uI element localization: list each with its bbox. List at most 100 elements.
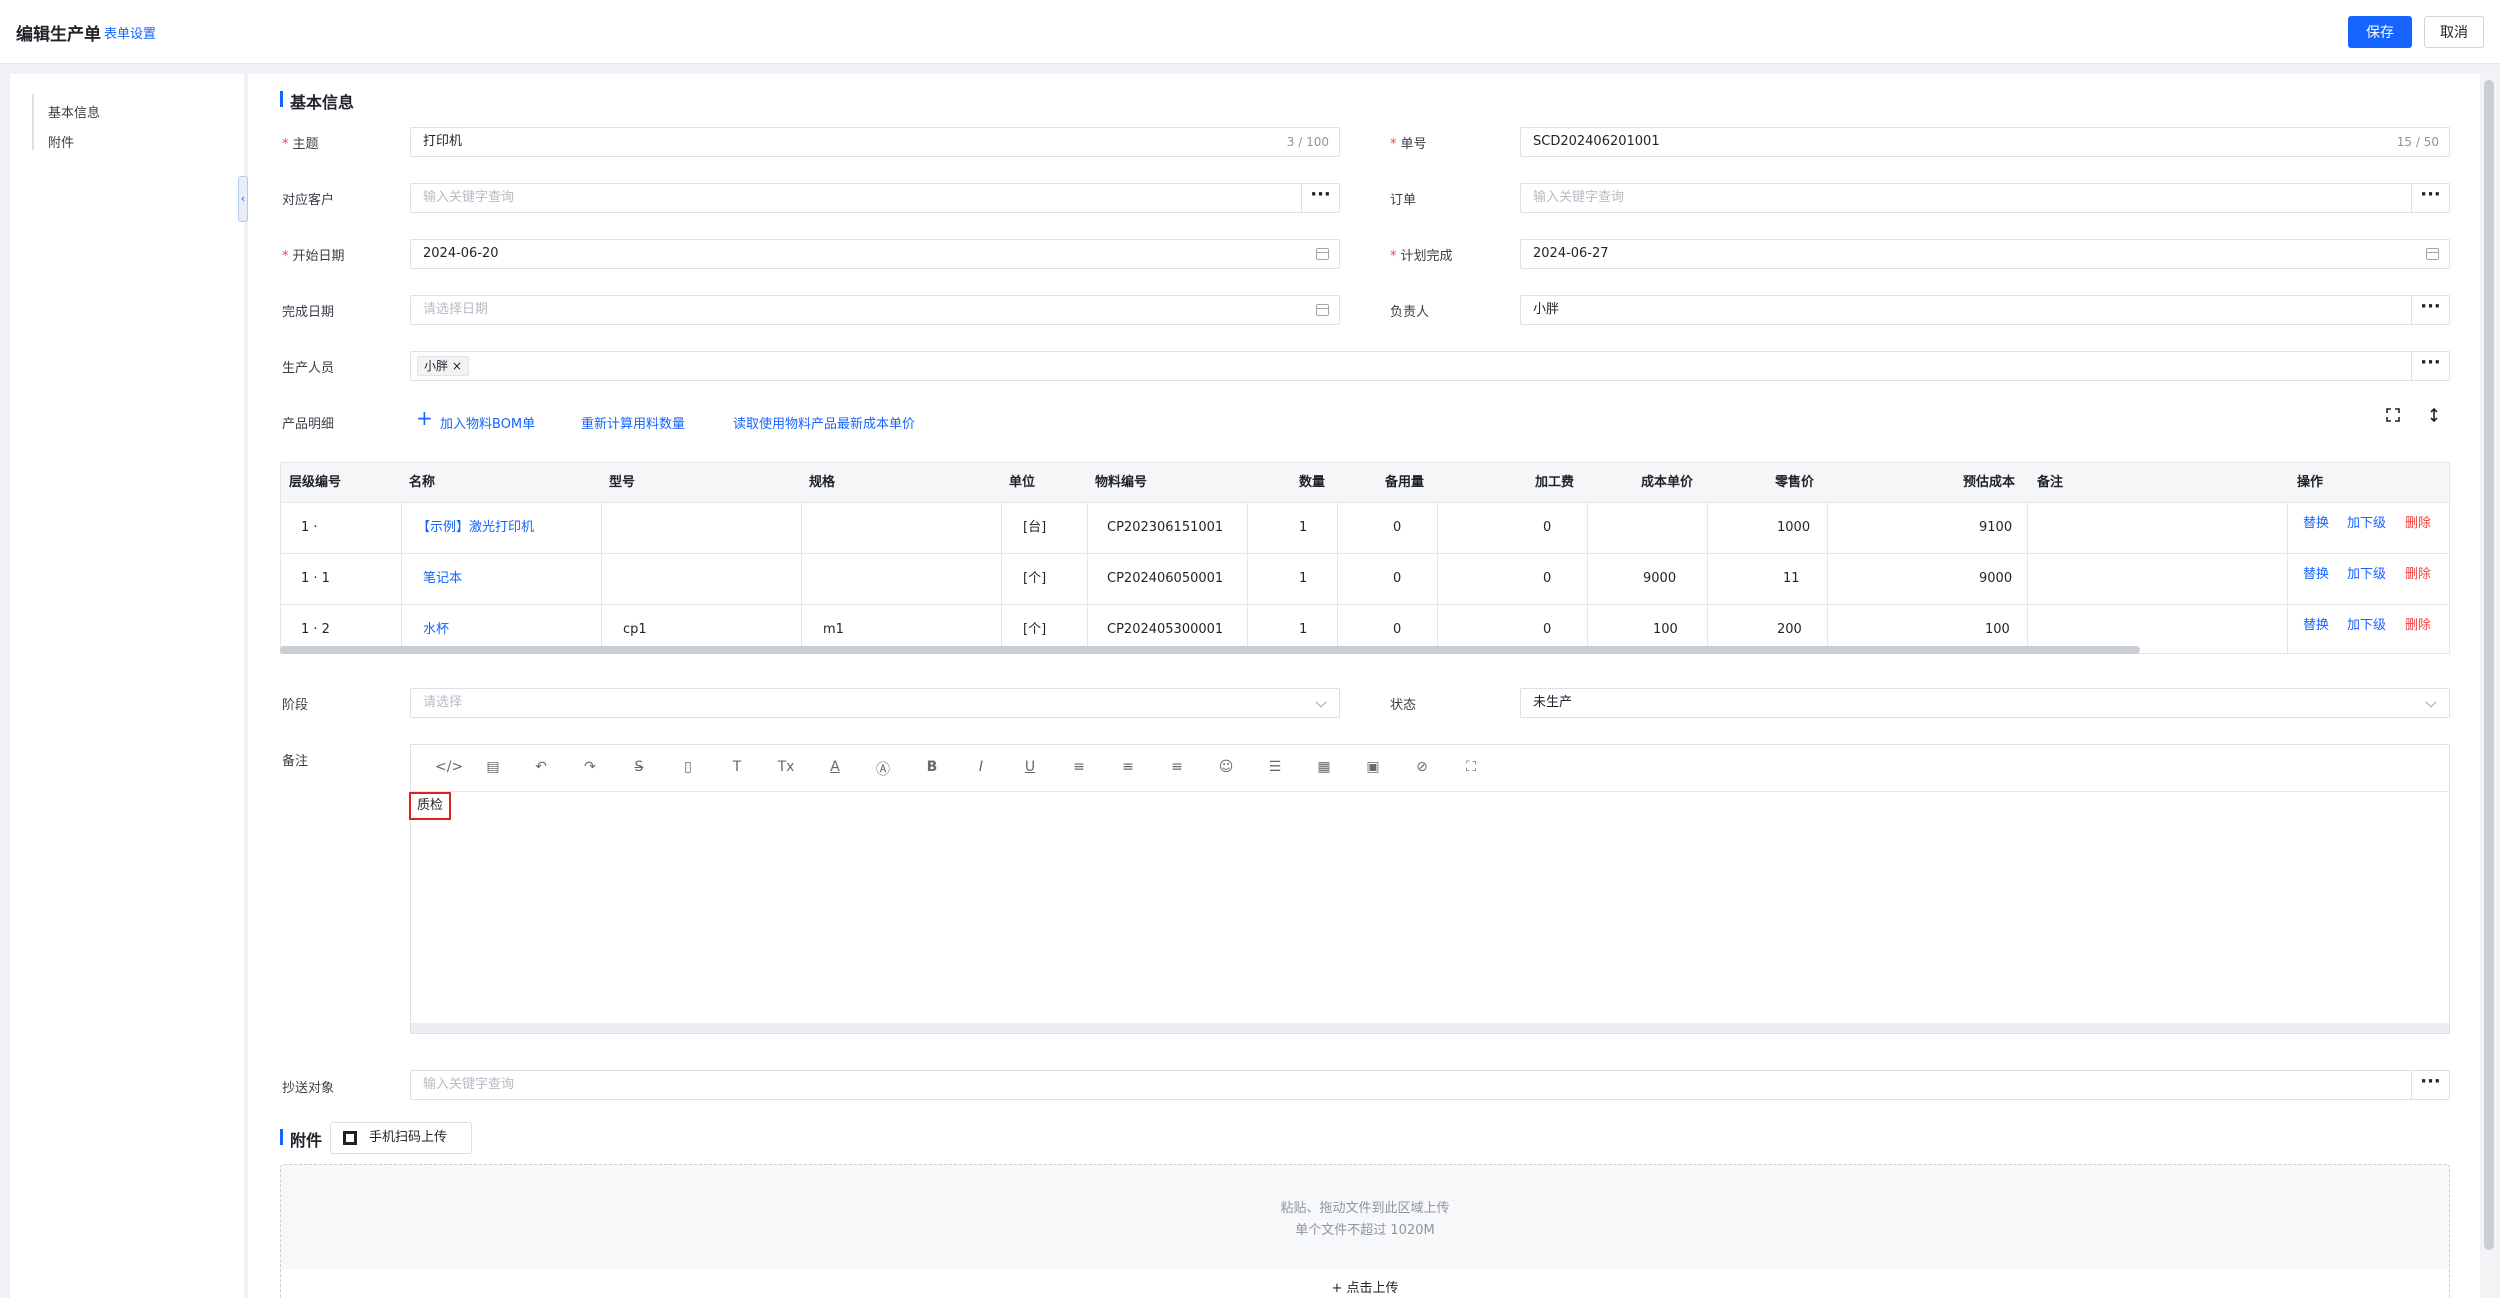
cell-fee[interactable]: 0 <box>1543 570 1551 588</box>
cell-retail[interactable]: 200 <box>1777 621 1802 639</box>
divider-icon[interactable]: ☰ <box>1266 759 1284 775</box>
cell-cost[interactable]: 100 <box>1653 621 1678 639</box>
subject-value: 打印机 <box>423 134 463 149</box>
page-title: 编辑生产单 <box>16 25 101 45</box>
add-child-link[interactable]: 加下级 <box>2347 515 2386 533</box>
subject-input[interactable]: 打印机 3 / 100 <box>410 127 1340 157</box>
cell-qty[interactable]: 1 <box>1299 570 1307 588</box>
cell-unit: [台] <box>1023 520 1047 535</box>
bold-icon[interactable]: B <box>923 759 941 775</box>
col-retail: 零售价 <box>1775 475 1815 490</box>
format-painter-icon[interactable]: ▤ <box>484 759 502 775</box>
more-icon[interactable]: ··· <box>2411 1071 2449 1099</box>
cell-qty[interactable]: 1 <box>1299 621 1307 639</box>
fullscreen-icon[interactable] <box>2386 408 2400 422</box>
image-icon[interactable]: ▣ <box>1364 759 1382 775</box>
replace-link[interactable]: 替换 <box>2303 515 2329 533</box>
more-icon[interactable]: ··· <box>2411 184 2449 212</box>
cell-level: 1 · <box>301 520 318 535</box>
cell-name-link[interactable]: 【示例】激光打印机 <box>417 519 534 537</box>
cell-qty[interactable]: 1 <box>1299 519 1307 537</box>
more-icon[interactable]: ··· <box>1301 184 1339 212</box>
align-left-icon[interactable]: ≡ <box>1070 759 1088 775</box>
undo-icon[interactable]: ↶ <box>532 759 550 775</box>
cell-retail[interactable]: 1000 <box>1777 519 1810 537</box>
dropzone-hint: 粘贴、拖动文件到此区域上传 <box>1280 1201 1450 1216</box>
remark-editor[interactable]: 质检 <box>409 792 2450 1034</box>
workers-select[interactable]: 小胖 × ··· <box>410 351 2450 381</box>
number-input[interactable]: SCD202406201001 15 / 50 <box>1520 127 2450 157</box>
editor-resize-bar[interactable] <box>411 1023 2449 1033</box>
code-icon[interactable]: </> <box>435 759 463 775</box>
status-select[interactable]: 未生产 <box>1520 688 2450 718</box>
nav-item-basic-info[interactable]: 基本信息 <box>48 102 100 121</box>
add-child-link[interactable]: 加下级 <box>2347 617 2386 635</box>
strikethrough-icon[interactable]: S̶ <box>630 759 648 775</box>
order-label: 订单 <box>1390 193 1417 208</box>
replace-link[interactable]: 替换 <box>2303 617 2329 635</box>
form-settings-link[interactable]: 表单设置 <box>104 23 156 42</box>
font-color-icon[interactable]: A <box>826 759 844 775</box>
start-date-picker[interactable]: 2024-06-20 <box>410 239 1340 269</box>
cell-name-link[interactable]: 笔记本 <box>423 570 462 588</box>
fullscreen-icon[interactable]: ⛶ <box>1462 759 1480 775</box>
cell-code: CP202406050001 <box>1107 571 1224 586</box>
cell-spare[interactable]: 0 <box>1393 621 1401 639</box>
cell-fee[interactable]: 0 <box>1543 621 1551 639</box>
document-icon[interactable]: ▯ <box>679 759 697 775</box>
owner-input[interactable]: 小胖 ··· <box>1520 295 2450 325</box>
more-icon[interactable]: ··· <box>2411 352 2449 380</box>
cc-input[interactable]: 输入关键字查询 ··· <box>410 1070 2450 1100</box>
col-code: 物料编号 <box>1095 475 1148 490</box>
clear-format-icon[interactable]: Tx <box>777 759 795 775</box>
font-size-icon[interactable]: T <box>728 759 746 775</box>
cell-est: 100 <box>1985 622 2010 637</box>
click-upload-button[interactable]: + 点击上传 <box>281 1269 2449 1298</box>
align-center-icon[interactable]: ≡ <box>1119 759 1137 775</box>
align-right-icon[interactable]: ≡ <box>1168 759 1186 775</box>
stage-placeholder: 请选择 <box>423 695 463 710</box>
start-date-label: 开始日期 <box>282 245 345 264</box>
table-horizontal-scrollbar[interactable] <box>280 646 2140 654</box>
cell-spare[interactable]: 0 <box>1393 570 1401 588</box>
add-bom-link[interactable]: 加入物料BOM单 <box>440 413 535 432</box>
more-icon[interactable]: ··· <box>2411 296 2449 324</box>
cell-cost[interactable]: 9000 <box>1643 570 1676 588</box>
delete-link[interactable]: 删除 <box>2405 566 2431 584</box>
cell-spare[interactable]: 0 <box>1393 519 1401 537</box>
cell-fee[interactable]: 0 <box>1543 519 1551 537</box>
cell-unit: [个] <box>1023 571 1047 586</box>
customer-input[interactable]: 输入关键字查询 ··· <box>410 183 1340 213</box>
cell-retail[interactable]: 11 <box>1783 570 1800 588</box>
table-icon[interactable]: ▦ <box>1315 759 1333 775</box>
read-cost-link[interactable]: 读取使用物料产品最新成本单价 <box>733 413 915 432</box>
save-button[interactable]: 保存 <box>2348 16 2412 48</box>
cancel-button[interactable]: 取消 <box>2424 16 2484 48</box>
nav-item-attachments[interactable]: 附件 <box>48 132 74 151</box>
upload-dropzone[interactable]: 粘贴、拖动文件到此区域上传 单个文件不超过 1020M + 点击上传 <box>280 1164 2450 1298</box>
attachment-icon[interactable]: ⊘ <box>1413 759 1431 775</box>
replace-link[interactable]: 替换 <box>2303 566 2329 584</box>
delete-link[interactable]: 删除 <box>2405 515 2431 533</box>
remark-content: 质检 <box>409 792 452 820</box>
dropzone-limit: 单个文件不超过 1020M <box>1295 1223 1435 1238</box>
close-icon[interactable]: × <box>452 359 462 373</box>
redo-icon[interactable]: ↷ <box>581 759 599 775</box>
add-child-link[interactable]: 加下级 <box>2347 566 2386 584</box>
qr-upload-button[interactable]: 手机扫码上传 <box>330 1122 472 1154</box>
underline-icon[interactable]: U <box>1021 759 1039 775</box>
stage-select[interactable]: 请选择 <box>410 688 1340 718</box>
plan-done-picker[interactable]: 2024-06-27 <box>1520 239 2450 269</box>
table-row: 1 · 【示例】激光打印机 [台] CP202306151001 1 0 0 1… <box>281 503 2449 554</box>
recalc-link[interactable]: 重新计算用料数量 <box>581 413 685 432</box>
finish-date-picker[interactable]: 请选择日期 <box>410 295 1340 325</box>
vertical-scrollbar-thumb[interactable] <box>2484 80 2494 1250</box>
background-color-icon[interactable]: Ⓐ <box>874 759 892 779</box>
collapse-sidebar-button[interactable]: ‹ <box>238 176 248 222</box>
order-input[interactable]: 输入关键字查询 ··· <box>1520 183 2450 213</box>
delete-link[interactable]: 删除 <box>2405 617 2431 635</box>
cell-name-link[interactable]: 水杯 <box>423 621 449 639</box>
emoji-icon[interactable]: ☺ <box>1217 759 1235 775</box>
italic-icon[interactable]: I <box>972 759 990 775</box>
expand-vertical-icon[interactable] <box>2427 408 2441 422</box>
